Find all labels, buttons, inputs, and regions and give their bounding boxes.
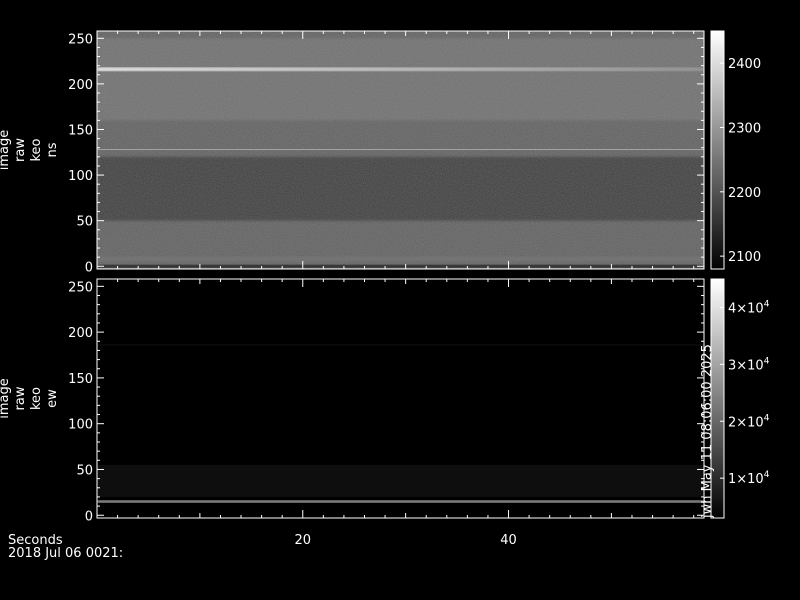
ns-panel: 0 50 100 150 200 250 image raw keo ns 2100 2200 2300… — [0, 30, 761, 275]
intensity-band — [97, 256, 704, 262]
colorbar-tick-label: 2100 — [728, 250, 761, 265]
y-axis-label-line: raw — [13, 386, 28, 410]
y-tick-label: 150 — [68, 372, 93, 387]
y-tick-label: 150 — [68, 123, 93, 138]
colorbar-tick-label: 2300 — [728, 121, 761, 136]
y-tick-label: 0 — [85, 260, 93, 275]
y-axis-label-line: keo — [29, 387, 44, 410]
intensity-band — [97, 67, 704, 72]
ew-panel: 0 50 100 150 200 250 image raw keo ew 1×104 2×104 3×… — [0, 278, 770, 548]
y-tick-label: 100 — [68, 169, 93, 184]
y-axis-label-line: ew — [45, 389, 60, 408]
colorbar-tick-label: 3×104 — [728, 356, 770, 373]
colorbar-tick-label: 4×104 — [728, 299, 770, 316]
y-tick-label: 100 — [68, 418, 93, 433]
y-tick-label: 200 — [68, 78, 93, 93]
colorbar-tick-label: 1×104 — [728, 470, 770, 487]
intensity-band — [97, 264, 704, 268]
y-axis-label-line: image — [0, 378, 12, 419]
y-tick-label: 200 — [68, 326, 93, 341]
y-tick-label: 250 — [68, 280, 93, 295]
intensity-band — [97, 149, 704, 151]
colorbar-tick-label: 2400 — [728, 57, 761, 72]
y-tick-label: 50 — [76, 463, 93, 478]
intensity-band — [97, 344, 704, 346]
y-axis-label-line: raw — [13, 138, 28, 162]
y-axis-label-line: image — [0, 130, 12, 171]
date-label: 2018 Jul 06 0021: — [8, 546, 123, 561]
y-tick-label: 50 — [76, 215, 93, 230]
faint-region — [97, 464, 704, 497]
y-tick-label: 250 — [68, 32, 93, 47]
y-axis-label-line: ns — [45, 142, 60, 157]
x-tick-label: 20 — [294, 533, 311, 548]
colorbar-tick-label: 2×104 — [728, 413, 770, 430]
side-stamp: jwh May 11 08:06:00 2025 — [700, 344, 715, 519]
keogram-figure: 050100150200250image raw keo ns210022002300… — [0, 30, 770, 561]
intensity-band — [97, 500, 704, 503]
x-tick-label: 40 — [500, 533, 517, 548]
colorbar-tick-label: 2200 — [728, 186, 761, 201]
y-axis-label-line: keo — [29, 138, 44, 161]
colorbar — [710, 30, 725, 270]
y-tick-label: 0 — [85, 509, 93, 524]
